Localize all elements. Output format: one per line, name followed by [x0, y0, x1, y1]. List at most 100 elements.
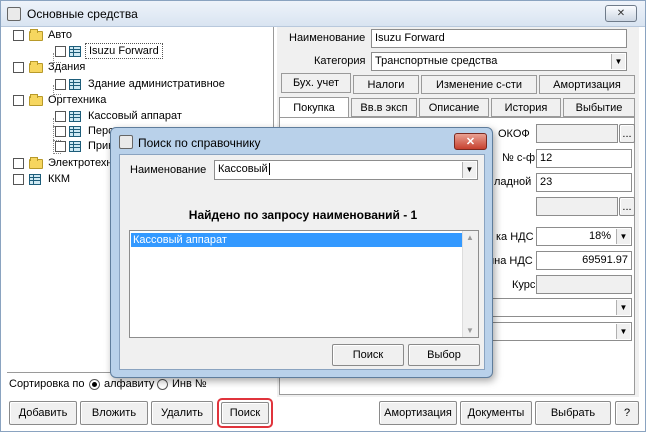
category-value: Транспортные средства — [375, 55, 498, 67]
tree-folder-office[interactable]: Оргтехника — [7, 92, 267, 108]
tab-purchase[interactable]: Покупка — [279, 97, 349, 118]
list-item[interactable]: Кассовый аппарат — [131, 233, 463, 247]
nakl-label: ладной — [494, 176, 532, 188]
folder-icon — [29, 94, 43, 106]
add-button[interactable]: Добавить — [9, 401, 77, 425]
table-icon — [69, 126, 81, 137]
nds-rate-select[interactable]: 18% ▼ — [536, 227, 632, 246]
dialog-title: Поиск по справочнику — [138, 136, 261, 150]
tab-amortization[interactable]: Амортизация — [539, 75, 635, 94]
tab-disposal[interactable]: Выбытие — [563, 98, 635, 117]
scroll-down-icon[interactable]: ▼ — [466, 326, 474, 335]
close-button[interactable]: ✕ — [605, 5, 637, 22]
dialog-close-button[interactable]: ✕ — [454, 133, 487, 150]
search-dialog: Поиск по справочнику ✕ Наименование Касс… — [110, 127, 493, 378]
radio-inv[interactable] — [157, 379, 168, 390]
sort-label: Сортировка по — [9, 378, 85, 390]
nds-sum-field[interactable]: 69591.97 — [536, 251, 632, 270]
table-icon — [29, 174, 41, 185]
tree-item-admin-building[interactable]: Здание административное — [7, 76, 267, 92]
window-title: Основные средства — [27, 7, 138, 21]
tree-folder-auto[interactable]: Авто — [7, 27, 267, 43]
select-1[interactable]: ▼ — [480, 298, 632, 317]
nakl-field[interactable]: 23 — [536, 173, 632, 192]
dialog-name-value: Кассовый — [218, 163, 268, 175]
select-2[interactable]: ▼ — [480, 322, 632, 341]
chevron-down-icon: ▼ — [616, 229, 630, 244]
tree-checkbox[interactable] — [13, 62, 24, 73]
tree-label: Isuzu Forward — [85, 43, 163, 59]
sf-field[interactable]: 12 — [536, 149, 632, 168]
amortization-button[interactable]: Амортизация — [379, 401, 457, 425]
okof-ellipsis-button[interactable]: ... — [619, 124, 635, 143]
tab-accounting[interactable]: Бух. учет — [281, 73, 351, 93]
tree-checkbox[interactable] — [13, 30, 24, 41]
folder-icon — [29, 29, 43, 41]
documents-button[interactable]: Документы — [460, 401, 532, 425]
sort-row: Сортировка по алфавиту Инв № — [7, 375, 274, 395]
radio-alphabet[interactable] — [89, 379, 100, 390]
dialog-icon — [119, 135, 133, 149]
tree-checkbox[interactable] — [55, 126, 66, 137]
list-scrollbar[interactable]: ▲ ▼ — [462, 231, 478, 337]
table-icon — [69, 79, 81, 90]
extra-ellipsis-button[interactable]: ... — [619, 197, 635, 216]
folder-icon — [29, 157, 43, 169]
tree-checkbox[interactable] — [13, 95, 24, 106]
dialog-choose-button[interactable]: Выбор — [408, 344, 480, 366]
tree-label: Кассовый аппарат — [88, 110, 182, 122]
dialog-search-button[interactable]: Поиск — [332, 344, 404, 366]
tree-label: Здание административное — [88, 78, 225, 90]
tree-label: Электротехн — [48, 157, 113, 169]
tab-commissioning[interactable]: Вв.в эксп — [351, 98, 417, 117]
name-input[interactable]: Isuzu Forward — [371, 29, 627, 48]
tree-checkbox[interactable] — [55, 141, 66, 152]
tab-description[interactable]: Описание — [419, 98, 489, 117]
delete-button[interactable]: Удалить — [151, 401, 213, 425]
extra-field[interactable] — [536, 197, 618, 216]
table-icon — [69, 46, 81, 57]
category-label: Категория — [314, 55, 366, 67]
results-list[interactable]: Кассовый аппарат ▲ ▼ — [129, 230, 479, 338]
okof-field[interactable] — [536, 124, 618, 143]
insert-button[interactable]: Вложить — [80, 401, 148, 425]
tree-label: Авто — [48, 29, 72, 41]
tree-label: Оргтехника — [48, 94, 107, 106]
rate-label: Курс — [512, 279, 536, 291]
tree-checkbox[interactable] — [55, 46, 66, 57]
tree-checkbox[interactable] — [13, 158, 24, 169]
help-button[interactable]: ? — [615, 401, 639, 425]
tree-item-cash-register[interactable]: Кассовый аппарат — [7, 108, 267, 124]
tree-checkbox[interactable] — [55, 79, 66, 90]
radio-inv-label: Инв № — [172, 378, 207, 390]
dialog-body: Наименование Кассовый ▼ Найдено по запро… — [119, 154, 485, 370]
chevron-down-icon: ▼ — [462, 162, 476, 178]
nds-rate-value: 18% — [588, 230, 611, 242]
text-cursor — [268, 163, 270, 176]
chevron-down-icon: ▼ — [616, 300, 630, 315]
tab-history[interactable]: История — [491, 98, 561, 117]
nds-sum-label: ина НДС — [488, 255, 533, 267]
table-icon — [69, 141, 81, 152]
scroll-up-icon[interactable]: ▲ — [466, 233, 474, 242]
name-label: Наименование — [289, 32, 366, 44]
tree-folder-buildings[interactable]: Здания — [7, 59, 267, 75]
tree-item-isuzu[interactable]: Isuzu Forward — [7, 43, 267, 59]
tree-checkbox[interactable] — [55, 111, 66, 122]
app-icon — [7, 7, 21, 21]
close-icon: ✕ — [465, 136, 476, 148]
chevron-down-icon: ▼ — [611, 54, 625, 69]
tree-checkbox[interactable] — [13, 174, 24, 185]
dialog-name-input[interactable]: Кассовый ▼ — [214, 160, 478, 180]
choose-button[interactable]: Выбрать — [535, 401, 611, 425]
tab-taxes[interactable]: Налоги — [353, 75, 419, 94]
chevron-down-icon: ▼ — [616, 324, 630, 339]
tree-label: Здания — [48, 61, 86, 73]
folder-icon — [29, 61, 43, 73]
search-button[interactable]: Поиск — [221, 402, 269, 424]
category-select[interactable]: Транспортные средства ▼ — [371, 52, 627, 71]
dialog-name-label: Наименование — [130, 164, 207, 176]
radio-alphabet-label: алфавиту — [104, 378, 155, 390]
tab-cost-change[interactable]: Изменение с-сти — [421, 75, 537, 94]
rate-field[interactable] — [536, 275, 632, 294]
